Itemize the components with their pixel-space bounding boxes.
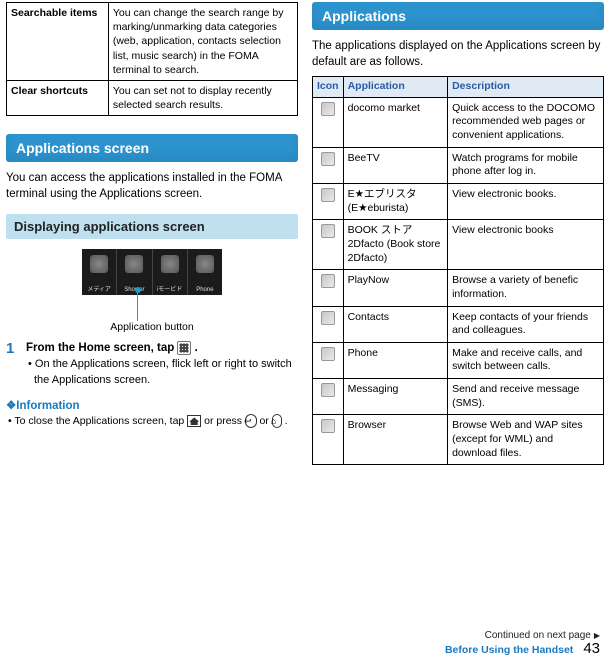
- illus-cell: iモービド: [152, 249, 187, 295]
- settings-row-label: Clear shortcuts: [7, 80, 109, 115]
- apps-grid-icon: [177, 341, 191, 355]
- app-desc: View electronic books.: [448, 184, 604, 220]
- table-row: PlayNow Browse a variety of benefic info…: [313, 270, 604, 306]
- page-footer: Before Using the Handset 43: [10, 640, 600, 657]
- info-text: To close the Applications screen, tap: [14, 415, 187, 427]
- app-name: Contacts: [343, 306, 448, 342]
- col-application: Application: [343, 77, 448, 98]
- info-text: or: [259, 415, 271, 427]
- step-title-after: .: [195, 342, 198, 354]
- settings-row-desc: You can change the search range by marki…: [108, 3, 297, 81]
- app-icon-cell: [313, 415, 344, 465]
- app-name: E★エブリスタ (E★eburista): [343, 184, 448, 220]
- app-desc: Browse a variety of benefic information.: [448, 270, 604, 306]
- app-name: BOOK ストア 2Dfacto (Book store 2Dfacto): [343, 220, 448, 270]
- settings-table: Searchable items You can change the sear…: [6, 2, 298, 116]
- step-number: 1: [6, 341, 20, 388]
- app-desc: Send and receive message (SMS).: [448, 379, 604, 415]
- app-desc: Watch programs for mobile phone after lo…: [448, 147, 604, 183]
- col-icon: Icon: [313, 77, 344, 98]
- table-row: BeeTV Watch programs for mobile phone af…: [313, 147, 604, 183]
- table-row: docomo market Quick access to the DOCOMO…: [313, 97, 604, 147]
- app-icon-cell: [313, 306, 344, 342]
- table-row: E★エブリスタ (E★eburista) View electronic boo…: [313, 184, 604, 220]
- callout-line: [137, 293, 138, 321]
- home-key-icon: ⌂: [272, 414, 282, 428]
- right-column: Applications The applications displayed …: [312, 2, 604, 465]
- app-desc: Quick access to the DOCOMO recommended w…: [448, 97, 604, 147]
- step-body: From the Home screen, tap . On the Appli…: [26, 341, 298, 388]
- information-item: To close the Applications screen, tap or…: [6, 414, 298, 429]
- illus-cell: Phone: [187, 249, 222, 295]
- back-key-icon: ↩: [245, 414, 257, 428]
- applications-table: Icon Application Description docomo mark…: [312, 76, 604, 465]
- section-displaying-heading: Displaying applications screen: [6, 214, 298, 239]
- settings-row-label: Searchable items: [7, 3, 109, 81]
- table-header-row: Icon Application Description: [313, 77, 604, 98]
- app-desc: Make and receive calls, and switch betwe…: [448, 342, 604, 378]
- docomo-market-icon: [321, 102, 335, 116]
- applications-intro: The applications displayed on the Applic…: [312, 38, 604, 70]
- app-icon-cell: [313, 147, 344, 183]
- app-desc: View electronic books: [448, 220, 604, 270]
- footer-section: Before Using the Handset: [445, 644, 573, 656]
- app-icon-cell: [313, 97, 344, 147]
- table-row: Phone Make and receive calls, and switch…: [313, 342, 604, 378]
- app-desc: Browse Web and WAP sites (except for WML…: [448, 415, 604, 465]
- app-name: Messaging: [343, 379, 448, 415]
- app-icon-cell: [313, 270, 344, 306]
- app-icon-cell: [313, 220, 344, 270]
- app-name: BeeTV: [343, 147, 448, 183]
- phone-icon: [321, 347, 335, 361]
- section-applications-screen-heading: Applications screen: [6, 134, 298, 162]
- section-applications-heading: Applications: [312, 2, 604, 30]
- app-name: PlayNow: [343, 270, 448, 306]
- contacts-icon: [321, 311, 335, 325]
- illustration-caption: Application button: [6, 321, 298, 333]
- settings-row-desc: You can set not to display recently sele…: [108, 80, 297, 115]
- info-text: or press: [204, 415, 245, 427]
- step-1: 1 From the Home screen, tap . On the App…: [6, 341, 298, 388]
- left-column: Searchable items You can change the sear…: [6, 2, 298, 465]
- table-row: Contacts Keep contacts of your friends a…: [313, 306, 604, 342]
- page-number: 43: [583, 640, 600, 657]
- table-row: Browser Browse Web and WAP sites (except…: [313, 415, 604, 465]
- playnow-icon: [321, 274, 335, 288]
- eburista-icon: [321, 188, 335, 202]
- table-row: Searchable items You can change the sear…: [7, 3, 298, 81]
- beetv-icon: [321, 152, 335, 166]
- info-text: .: [285, 415, 288, 427]
- step-sub: On the Applications screen, flick left o…: [26, 357, 298, 388]
- app-icon-cell: [313, 379, 344, 415]
- illus-cell: Shower: [116, 249, 151, 295]
- app-desc: Keep contacts of your friends and collea…: [448, 306, 604, 342]
- home-icon: [187, 415, 201, 427]
- table-row: Clear shortcuts You can set not to displ…: [7, 80, 298, 115]
- app-icon-cell: [313, 342, 344, 378]
- step-title-text: From the Home screen, tap: [26, 342, 177, 354]
- app-name: Browser: [343, 415, 448, 465]
- step-title: From the Home screen, tap .: [26, 341, 298, 355]
- table-row: BOOK ストア 2Dfacto (Book store 2Dfacto) Vi…: [313, 220, 604, 270]
- messaging-icon: [321, 383, 335, 397]
- table-row: Messaging Send and receive message (SMS)…: [313, 379, 604, 415]
- page-body: Searchable items You can change the sear…: [0, 0, 610, 465]
- illus-cell: メディア: [82, 249, 116, 295]
- col-description: Description: [448, 77, 604, 98]
- app-icon-cell: [313, 184, 344, 220]
- app-name: Phone: [343, 342, 448, 378]
- illustration-wrap: メディア Shower iモービド Phone: [82, 249, 222, 295]
- bookstore-icon: [321, 224, 335, 238]
- app-name: docomo market: [343, 97, 448, 147]
- app-bar-illustration: メディア Shower iモービド Phone: [82, 249, 222, 295]
- browser-icon: [321, 419, 335, 433]
- applications-screen-intro: You can access the applications installe…: [6, 170, 298, 202]
- information-heading: ❖Information: [6, 398, 298, 412]
